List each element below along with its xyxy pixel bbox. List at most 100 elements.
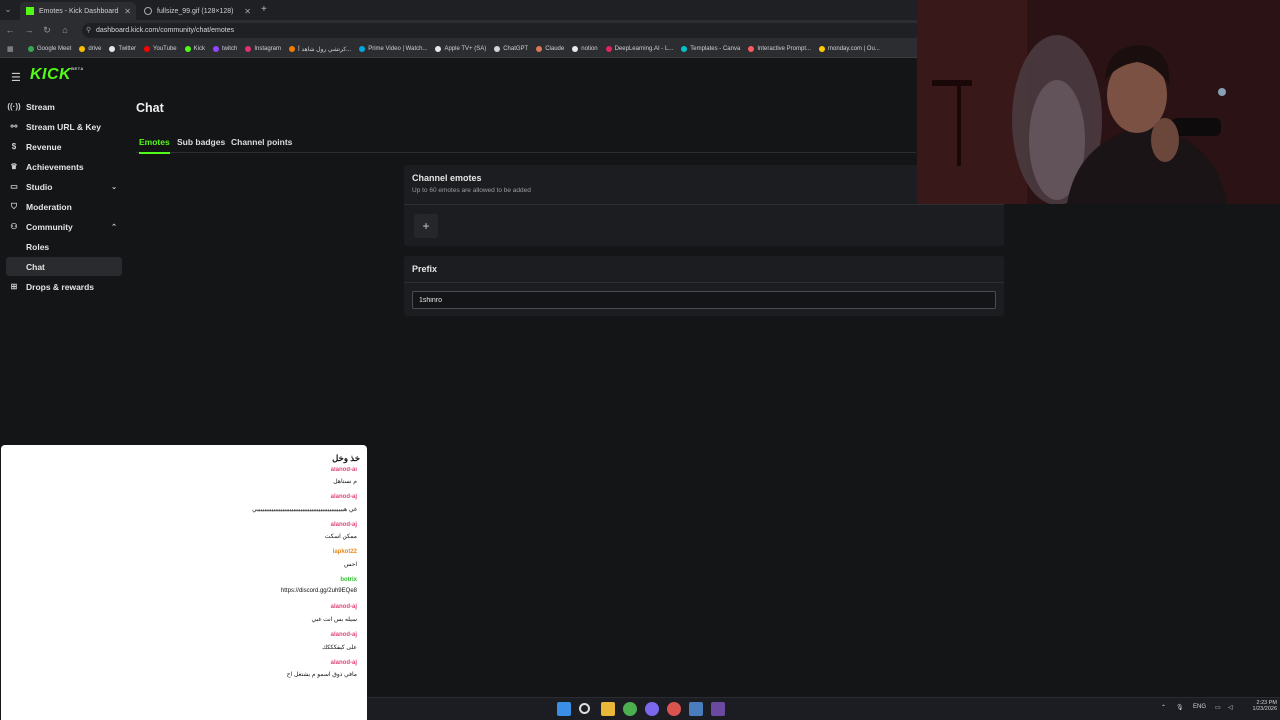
bookmark-item[interactable]: Instagram	[245, 46, 281, 52]
forward-icon[interactable]: →	[24, 25, 34, 35]
sidebar-item-moderation[interactable]: ⛉ Moderation	[6, 197, 122, 216]
dollar-icon: $	[11, 142, 17, 151]
sidebar-item-label: Roles	[26, 241, 50, 252]
file-explorer-icon[interactable]	[601, 702, 615, 716]
bookmark-label: Twitter	[118, 46, 137, 52]
discord-icon[interactable]	[645, 702, 659, 716]
back-icon[interactable]: ←	[5, 25, 15, 35]
kick-logo[interactable]: KICKBETA	[30, 66, 84, 84]
close-icon[interactable]: ✕	[124, 7, 131, 16]
bookmark-label: drive	[88, 46, 102, 52]
bookmark-item[interactable]: Kick	[184, 46, 205, 52]
apps-icon[interactable]: ▦	[7, 45, 14, 53]
tab-title: Emotes - Kick Dashboard	[39, 7, 119, 15]
bookmark-label: Prime Video | Watch...	[368, 46, 428, 52]
bookmark-item[interactable]: notion	[572, 46, 598, 52]
language-indicator[interactable]: ENG	[1193, 704, 1206, 710]
tab-gif[interactable]: fullsize_99.gif (128×128) ✕	[138, 2, 256, 20]
bookmark-label: notion	[581, 46, 598, 52]
chat-username: alanod-aj	[330, 660, 357, 666]
bookmark-icon	[605, 46, 612, 52]
clock[interactable]: 2:23 PM 1/23/2026	[1241, 700, 1277, 712]
home-icon[interactable]: ⌂	[60, 25, 70, 35]
bookmark-item[interactable]: Interactive Prompt...	[748, 46, 811, 52]
network-icon[interactable]: ▭	[1215, 704, 1221, 711]
chat-message: غي هيييييييييييييييييييييييييييييييييييي…	[252, 507, 357, 513]
prefix-input[interactable]	[412, 291, 996, 309]
reload-icon[interactable]: ↻	[42, 25, 52, 36]
trophy-icon: ♛	[10, 162, 18, 171]
bookmark-item[interactable]: twitch	[212, 46, 238, 52]
close-icon[interactable]: ✕	[244, 7, 251, 16]
tab-list-icon[interactable]: ⌄	[3, 4, 13, 15]
bookmark-item[interactable]: Prime Video | Watch...	[359, 46, 427, 52]
start-icon[interactable]	[557, 702, 571, 716]
bookmark-item[interactable]: كرتشي رول شاهد أ...	[289, 46, 351, 53]
sidebar-item-studio[interactable]: ▭ Studio ⌄	[6, 177, 122, 196]
search-icon[interactable]	[579, 703, 590, 714]
sidebar-item-roles[interactable]: Roles	[6, 237, 122, 256]
taskbar: ⌃ 🎙 ENG ▭ ◁ 2:23 PM 1/23/2026	[367, 697, 1280, 720]
sidebar-item-stream[interactable]: ((·)) Stream	[6, 97, 122, 116]
bookmark-icon	[536, 46, 543, 52]
bookmark-label: twitch	[221, 46, 238, 52]
bookmark-item[interactable]: Apple TV+ (SA)	[435, 46, 486, 52]
sidebar-item-drops-rewards[interactable]: ⊞ Drops & rewards	[6, 277, 122, 296]
url-field[interactable]: ⚲ dashboard.kick.com/community/chat/emot…	[82, 23, 922, 38]
bookmark-icon	[681, 46, 688, 52]
app-icon[interactable]	[667, 702, 681, 716]
bookmark-icon	[494, 46, 501, 52]
bookmark-icon	[184, 46, 191, 52]
chat-message: https://discord.gg/2uh9EQe8	[280, 588, 357, 594]
sidebar-item-label: Revenue	[26, 141, 62, 152]
hamburger-menu-icon[interactable]: ☰	[11, 71, 21, 84]
tab-channel-points[interactable]: Channel points	[231, 137, 292, 152]
kick-icon	[26, 7, 34, 15]
tray-overflow-icon[interactable]: ⌃	[1161, 704, 1166, 711]
link-icon: ⚯	[10, 122, 18, 131]
bookmark-label: كرتشي رول شاهد أ...	[298, 46, 352, 53]
new-tab-button[interactable]: +	[261, 4, 267, 15]
divider	[404, 204, 1004, 205]
chat-message: ممكن اسكت	[324, 534, 357, 540]
chat-username: alanod-aj	[330, 467, 357, 471]
clock-date: 1/23/2026	[1252, 706, 1277, 712]
bookmark-item[interactable]: ChatGPT	[494, 46, 528, 52]
bookmark-item[interactable]: YouTube	[144, 46, 177, 52]
site-info-icon[interactable]: ⚲	[86, 23, 91, 38]
obs-icon[interactable]	[711, 702, 725, 716]
chat-message: مافي ذوق اسمو م يشتغل اح	[286, 672, 357, 678]
steam-icon[interactable]	[689, 702, 703, 716]
volume-icon[interactable]: ◁	[1228, 704, 1233, 711]
community-icon: ⚇	[10, 222, 18, 231]
sidebar-item-revenue[interactable]: $ Revenue	[6, 137, 122, 156]
page-title: Chat	[136, 101, 164, 115]
tab-emotes[interactable]: Emotes - Kick Dashboard ✕	[20, 2, 136, 20]
chevron-down-icon: ⌄	[111, 183, 117, 191]
chevron-up-icon: ⌃	[111, 223, 117, 231]
sidebar-item-community[interactable]: ⚇ Community ⌃	[6, 217, 122, 236]
sidebar-item-chat[interactable]: Chat	[6, 257, 122, 276]
logo-text: KICK	[30, 66, 72, 83]
bookmark-item[interactable]: drive	[79, 46, 101, 52]
bookmark-item[interactable]: Claude	[536, 46, 564, 52]
bookmark-item[interactable]: Templates - Canva	[681, 46, 740, 52]
bookmark-item[interactable]: Google Meet	[28, 46, 71, 52]
logo-tag: BETA	[71, 66, 84, 71]
sidebar-item-stream-url-key[interactable]: ⚯ Stream URL & Key	[6, 117, 122, 136]
add-emote-button[interactable]: +	[414, 214, 438, 238]
tab-sub-badges[interactable]: Sub badges	[177, 137, 225, 152]
bookmark-item[interactable]: DeepLearning.AI - L...	[605, 46, 673, 52]
chat-username: botrix	[340, 577, 357, 583]
bookmark-item[interactable]: monday.com | Ou...	[819, 46, 880, 52]
gift-icon: ⊞	[10, 282, 18, 291]
sidebar-item-achievements[interactable]: ♛ Achievements	[6, 157, 122, 176]
panel-title: Channel emotes	[412, 173, 482, 183]
tab-emotes[interactable]: Emotes	[139, 137, 170, 154]
chrome-icon[interactable]	[623, 702, 637, 716]
sidebar-item-label: Studio	[26, 181, 53, 192]
bookmark-item[interactable]: Twitter	[109, 46, 136, 52]
microphone-icon[interactable]: 🎙	[1176, 704, 1184, 711]
prefix-panel: Prefix	[404, 256, 1004, 316]
bookmark-icon	[572, 46, 579, 52]
